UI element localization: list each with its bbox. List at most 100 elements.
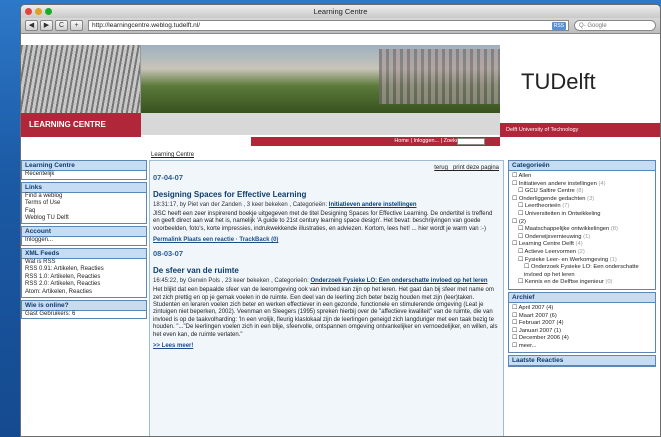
title-bar: Learning Centre: [21, 5, 660, 18]
archive-item[interactable]: ☐ Februari 2007 (4): [509, 320, 655, 328]
archive-label: Maart 2007 (6): [518, 312, 557, 319]
print-link[interactable]: print deze pagina: [453, 165, 499, 171]
archive-label: meer...: [518, 342, 537, 349]
recent-comments-box: Laatste Reacties: [508, 355, 656, 368]
post-meta-text: 16:45:22, by Gerwin Pols , 23 keer bekek…: [153, 278, 309, 285]
web-page: LEARNING CENTRE TUDelft Delft University…: [21, 35, 660, 436]
post-date: 08-03-07: [153, 249, 184, 259]
left-sidebar: Learning Centre Recentelijk Links Find a we…: [21, 160, 147, 321]
forward-button[interactable]: ▶: [40, 20, 53, 31]
breadcrumb[interactable]: Learning Centre: [151, 152, 194, 158]
category-label: Allen: [518, 173, 532, 179]
sidebar-link[interactable]: RSS 2.0: Artikelen, Reacties: [22, 281, 146, 289]
category-label: Leertheorieën: [524, 203, 561, 210]
category-item[interactable]: ☐ Fysieke Leer- en Werkomgeving (1): [509, 257, 655, 265]
category-item[interactable]: ☐ GCU Saltire Centre (8): [509, 188, 655, 196]
post-meta: 16:45:22, by Gerwin Pols , 23 keer bekek…: [150, 278, 503, 284]
archive-label: April 2007 (4): [518, 304, 554, 311]
window-title: Learning Centre: [313, 7, 368, 16]
category-count: (4): [575, 241, 583, 248]
minimize-icon[interactable]: [35, 8, 42, 15]
post-body: JISC heeft een zeer inspirerend boekje u…: [153, 211, 493, 232]
category-item[interactable]: ☐ Actieve Leervormen (2): [509, 249, 655, 257]
main-content: terug print deze pagina 07-04-07 Designi…: [149, 160, 504, 436]
post-links[interactable]: Permalink Plaats een reactie · TrackBack…: [150, 237, 503, 243]
category-item[interactable]: ☐ Leertheorieën (7): [509, 203, 655, 211]
sidebar-box-header[interactable]: XML Feeds: [22, 248, 146, 259]
back-link[interactable]: terug: [434, 165, 448, 171]
url-text: http://learningcentre.weblog.tudelft.nl/: [92, 21, 201, 29]
university-name: Delft University of Technology: [500, 123, 660, 137]
sidebar-box: Learning Centre Recentelijk: [21, 160, 147, 180]
post-date: 07-04-07: [153, 173, 184, 182]
post-category-link[interactable]: Initiatieven andere instellingen: [329, 202, 417, 208]
category-label: (2): [518, 218, 526, 225]
category-label: Fysieke Leer- en Werkomgeving: [524, 256, 609, 263]
close-icon[interactable]: [25, 8, 32, 15]
site-banner: LEARNING CENTRE TUDelft Delft University…: [21, 45, 660, 150]
category-item[interactable]: ☐ Allen: [509, 173, 655, 181]
back-button[interactable]: ◀: [25, 20, 38, 31]
sidebar-link[interactable]: Find a weblog: [22, 193, 146, 201]
category-item[interactable]: ☐ Maatschappelijke ontwikkelingen (8): [509, 226, 655, 234]
sidebar-box-header[interactable]: Links: [22, 182, 146, 193]
add-bookmark-button[interactable]: +: [70, 20, 83, 31]
archive-item[interactable]: ☐ April 2007 (4): [509, 305, 655, 313]
read-more-link[interactable]: >> Lees meer!: [150, 343, 503, 349]
sidebar-link[interactable]: Terms of Use: [22, 200, 146, 208]
sidebar-box: XML Feeds Wat is RSS RSS 0.91: Artikelen, …: [21, 247, 147, 298]
sidebar-link[interactable]: Wat is RSS: [22, 259, 146, 267]
post-title[interactable]: Designing Spaces for Effective Learning: [150, 190, 503, 199]
banner-photo-main: [141, 45, 539, 113]
sidebar-link[interactable]: RSS 0.91: Artikelen, Reacties: [22, 266, 146, 274]
nav-search-input[interactable]: [457, 138, 485, 145]
category-count: (1): [583, 233, 591, 240]
category-label: Initiatieven andere instellingen: [518, 180, 597, 187]
archive-item[interactable]: ☐ meer...: [509, 343, 655, 351]
archive-box: Archief ☐ April 2007 (4) ☐ Maart 2007 (6)…: [508, 291, 656, 354]
category-item[interactable]: ☐ Kennis en de Delftse ingenieur (0): [509, 279, 655, 287]
reload-button[interactable]: C: [55, 20, 68, 31]
categories-header: Categorieën: [509, 161, 655, 171]
zoom-icon[interactable]: [45, 8, 52, 15]
sidebar-link[interactable]: Atom: Artikelen, Reacties: [22, 289, 146, 297]
category-label: Universiteiten in Ontwikkeling: [524, 210, 601, 217]
category-label: Onderwijsvernieuwing: [524, 233, 582, 240]
sidebar-link[interactable]: Gast Gebruikers: 6: [22, 311, 146, 319]
category-count: (0): [605, 279, 613, 286]
archive-label: Januari 2007 (1): [518, 327, 562, 334]
window-controls: [25, 8, 52, 15]
category-item[interactable]: ☐ Learning Centre Delft (4): [509, 241, 655, 249]
sidebar-link[interactable]: Faq: [22, 208, 146, 216]
sidebar-box-header[interactable]: Account: [22, 226, 146, 237]
address-bar[interactable]: http://learningcentre.weblog.tudelft.nl/…: [88, 20, 569, 31]
category-count: (7): [562, 203, 570, 210]
category-item[interactable]: ☐ Onderzoek Fysieke LO: Een onderschatte…: [509, 264, 655, 279]
sidebar-link[interactable]: Inloggen...: [22, 237, 146, 245]
archive-label: December 2006 (4): [518, 335, 569, 342]
post: 07-04-07 Designing Spaces for Effective …: [150, 173, 503, 243]
post-title[interactable]: De sfeer van de ruimte: [150, 266, 503, 275]
post-category-link[interactable]: Onderzoek Fysieke LO: Een onderschatte i…: [310, 278, 487, 284]
category-item[interactable]: ☐ Universiteiten in Ontwikkeling: [509, 211, 655, 219]
archive-item[interactable]: ☐ December 2006 (4): [509, 335, 655, 343]
search-input[interactable]: Q- Google: [574, 20, 656, 31]
right-sidebar: Categorieën ☐ Allen ☐ Initiatieven ander…: [508, 160, 656, 369]
sidebar-box-header[interactable]: Wie is online?: [22, 300, 146, 311]
sidebar-link[interactable]: Recentelijk: [22, 171, 146, 179]
sidebar-box: Account Inloggen...: [21, 225, 147, 246]
categories-box: Categorieën ☐ Allen ☐ Initiatieven ander…: [508, 160, 656, 290]
category-count: (8): [610, 226, 618, 233]
sidebar-box: Wie is online? Gast Gebruikers: 6: [21, 299, 147, 320]
toolbar: ◀ ▶ C + http://learningcentre.weblog.tud…: [21, 18, 660, 34]
archive-item[interactable]: ☐ Maart 2007 (6): [509, 313, 655, 321]
category-label: Onderliggende gedachten: [518, 195, 586, 202]
sidebar-box-header[interactable]: Learning Centre: [22, 161, 146, 171]
archive-header: Archief: [509, 292, 655, 303]
sidebar-link[interactable]: Weblog TU Delft: [22, 215, 146, 223]
banner-strip: [141, 113, 500, 135]
sidebar-box: Links Find a weblog Terms of Use Faq Weblog …: [21, 181, 147, 224]
sidebar-link[interactable]: RSS 1.0: Artikelen, Reacties: [22, 274, 146, 282]
rss-icon[interactable]: RSS: [551, 22, 566, 30]
page-tools: terug print deze pagina: [434, 165, 499, 171]
